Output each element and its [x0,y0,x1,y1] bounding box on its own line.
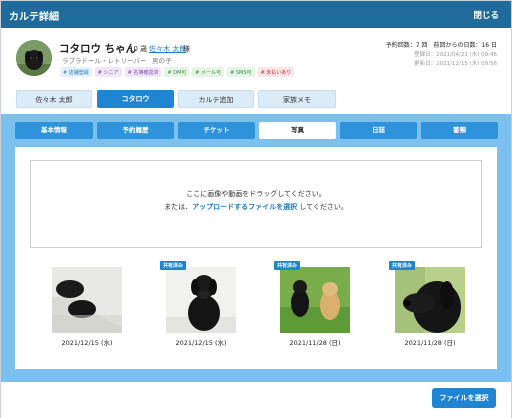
dog-sitting-photo[interactable] [166,267,236,333]
dropzone-suffix: してください。 [299,203,348,211]
photo-date: 2021/12/15 (水) [61,339,113,347]
profile-tag: # 未払いあり [257,67,295,77]
dropzone-text: ここに画像や動画をドラッグしてください。 [186,190,326,198]
karte-window: カルテ詳細 閉じる コタロウ ちゃん 10 歳 佐々木 太郎 様 ラブラドール・… [0,0,512,418]
dropzone-subtext: または、アップロードするファイルを選択 してください。 [31,202,481,212]
photo-item[interactable]: 2021/12/15 (水) [52,261,122,349]
registered-date: 登録日：2021/04/21 (水) 09:46 [414,52,497,58]
footer-bar: ファイルを選択 [1,382,511,418]
record-dates: 登録日：2021/04/21 (水) 09:46 更新日：2021/12/15 … [414,51,497,68]
title-bar: カルテ詳細 閉じる [1,1,511,28]
pet-breed: ラブラドール・レトリーバー [62,57,147,65]
pet-sex: 男の子 [152,57,172,65]
photo-item[interactable]: 共有済み 2021/12/15 (水) [160,261,236,349]
dropzone-prefix: または、 [164,203,193,211]
close-button[interactable]: 閉じる [473,9,499,21]
two-dogs-photo[interactable] [280,267,350,333]
tag-list: # 店舗登録 # シニア # 名簿確認済 # DM可 # メール可 # SMS可 # 未払い… [60,67,295,77]
shared-badge: 共有済み [389,261,416,270]
profile-tag: # 名簿確認済 [124,67,162,77]
profile-tag: # SMS可 [227,67,255,77]
pet-avatar [16,40,52,76]
pet-button[interactable]: コタロウ [97,90,174,108]
pet-name: コタロウ ちゃん [59,43,137,55]
tab-reservation-history[interactable]: 予約履歴 [97,122,174,139]
photo-date: 2021/11/28 (日) [404,339,456,347]
tab-diary[interactable]: 日誌 [340,122,417,139]
tab-ticket[interactable]: チケット [178,122,255,139]
dog-portrait-photo[interactable] [395,267,465,333]
window-title: カルテ詳細 [9,12,59,23]
pet-age: 10 歳 [129,45,148,53]
upload-file-link[interactable]: アップロードするファイルを選択 [192,203,297,211]
photo-date: 2021/12/15 (水) [175,339,227,347]
tab-photos[interactable]: 写真 [259,122,336,139]
owner-link[interactable]: 佐々木 太郎 [149,44,186,54]
photos-content: ここに画像や動画をドラッグしてください。 または、アップロードするファイルを選択… [15,147,497,369]
dog-paws-photo[interactable] [52,267,122,333]
owner-button[interactable]: 佐々木 太郎 [16,90,92,108]
profile-tag: # メール可 [192,67,225,77]
upload-dropzone[interactable]: ここに画像や動画をドラッグしてください。 または、アップロードするファイルを選択… [30,160,482,248]
profile-tag: # シニア [94,67,122,77]
updated-date: 更新日：2021/12/15 (水) 09:56 [414,60,497,67]
tab-basic-info[interactable]: 基本情報 [15,122,93,139]
photo-item[interactable]: 共有済み 2021/11/28 (日) [389,261,465,349]
tab-panel: 基本情報 予約履歴 チケット 写真 日誌 書類 ここに画像や動画をドラッグしてく… [1,114,511,382]
photo-item[interactable]: 共有済み 2021/11/28 (日) [274,261,350,349]
family-memo-button[interactable]: 家族メモ [258,90,336,108]
add-karte-button[interactable]: カルテ追加 [178,90,254,108]
visit-stats: 予約回数：7 回 前回からの日数：16 日 [385,42,497,49]
tab-documents[interactable]: 書類 [421,122,498,139]
owner-honorific: 様 [183,45,190,53]
profile-tag: # 店舗登録 [60,67,92,77]
shared-badge: 共有済み [274,261,301,270]
photo-date: 2021/11/28 (日) [289,339,341,347]
select-file-button[interactable]: ファイルを選択 [432,388,496,408]
shared-badge: 共有済み [160,261,187,270]
profile-tag: # DM可 [164,67,190,77]
